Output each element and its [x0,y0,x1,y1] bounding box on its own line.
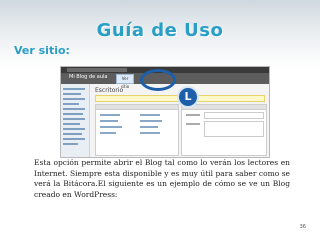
quickpress-widget [181,104,267,156]
sidebar-item [63,143,78,145]
sidebar-item [63,93,81,95]
slide-title: Guía de Uso [96,20,224,41]
sidebar-item [63,113,83,115]
sidebar-item [63,133,82,135]
dashboard-widget [95,104,179,156]
body-paragraph: Esta opción permite abrir el Blog tal co… [34,158,290,199]
sidebar-item [63,103,79,105]
admin-menu [67,68,127,72]
sidebar-item [63,108,85,110]
sidebar-item [63,123,80,125]
dashboard-title: Escritorio [95,87,124,94]
sidebar-item [63,128,85,130]
slide-subtitle: Ver sitio: [14,44,70,57]
page-number: 36 [299,224,306,230]
highlight-circle [140,69,176,91]
admin-sidebar [61,84,90,157]
sidebar-item [63,88,85,90]
visit-site-button[interactable]: Ver sitio [116,74,134,89]
wordpress-screenshot: Mi Blog de aula Ver sitio Escritorio L [60,66,270,158]
sidebar-item [63,118,85,120]
callout-badge: L [177,86,199,108]
sidebar-item [63,98,85,100]
sidebar-item [63,138,85,140]
blog-name: Mi Blog de aula [69,74,108,80]
